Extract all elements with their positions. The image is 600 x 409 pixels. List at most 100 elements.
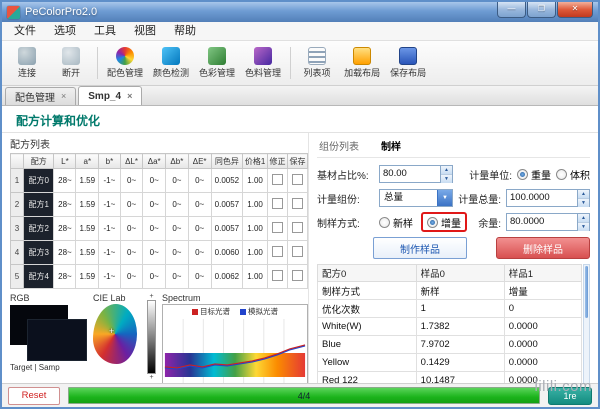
- save-checkbox[interactable]: [291, 222, 303, 233]
- menu-options[interactable]: 选项: [45, 23, 85, 40]
- col-header[interactable]: 样品1: [503, 264, 583, 282]
- col-header[interactable]: Δa*: [142, 153, 167, 169]
- tab-close-icon[interactable]: ×: [61, 92, 66, 101]
- col-header[interactable]: a*: [75, 153, 100, 169]
- formula-name[interactable]: 配方2: [23, 216, 55, 241]
- scrollbar-thumb[interactable]: [585, 266, 588, 319]
- lightness-slider[interactable]: + +: [146, 293, 157, 393]
- save-checkbox[interactable]: [291, 246, 303, 257]
- save-checkbox[interactable]: [291, 270, 303, 281]
- spin-down-icon[interactable]: ▼: [578, 198, 589, 207]
- sample-row[interactable]: White(W) 1.7382 0.0000: [317, 317, 583, 336]
- list-items-button[interactable]: 列表项: [295, 47, 339, 79]
- load-layout-button[interactable]: 加载布局: [339, 47, 385, 79]
- formula-name[interactable]: 配方3: [23, 240, 55, 265]
- col-header[interactable]: 配方0: [317, 264, 417, 282]
- col-header[interactable]: 价格1: [242, 153, 268, 169]
- base-ratio-value[interactable]: 80.00: [380, 166, 440, 182]
- col-header[interactable]: 样品0: [415, 264, 505, 282]
- sample-row[interactable]: Blue 7.9702 0.0000: [317, 335, 583, 354]
- spinner-buttons[interactable]: ▲ ▼: [577, 214, 589, 231]
- radio-new-sample[interactable]: 新样: [379, 215, 413, 230]
- formula-name[interactable]: 配方4: [23, 264, 55, 289]
- col-header[interactable]: 保存: [286, 153, 309, 169]
- color-matching-button[interactable]: 配色管理: [102, 47, 148, 79]
- minimize-button[interactable]: —: [497, 2, 526, 18]
- save-checkbox[interactable]: [291, 198, 303, 209]
- make-sample-button[interactable]: 制作样品: [373, 237, 467, 259]
- component-select[interactable]: 总量 ▼: [379, 189, 453, 207]
- radio-volume[interactable]: 体积: [556, 167, 590, 182]
- cie-chromaticity-diagram[interactable]: +: [93, 304, 137, 364]
- menu-help[interactable]: 帮助: [165, 23, 205, 40]
- col-header[interactable]: 修正: [267, 153, 288, 169]
- delete-sample-button[interactable]: 删除样品: [496, 237, 590, 259]
- cell-correct: [267, 216, 288, 241]
- colorant-manage-button[interactable]: 色料管理: [240, 47, 286, 79]
- radio-weight[interactable]: 重量: [517, 167, 551, 182]
- menu-file[interactable]: 文件: [5, 23, 45, 40]
- maximize-button[interactable]: ❐: [527, 2, 556, 18]
- spin-down-icon[interactable]: ▼: [578, 222, 589, 231]
- col-header[interactable]: ΔL*: [119, 153, 144, 169]
- formula-row[interactable]: 3 配方2 28~ 1.59 -1~ 0~ 0~ 0~ 0~ 0.0057 1.…: [9, 216, 309, 241]
- save-checkbox[interactable]: [291, 174, 303, 185]
- total-input[interactable]: 100.0000 ▲ ▼: [506, 189, 590, 207]
- col-header[interactable]: ΔE*: [187, 153, 212, 169]
- col-header[interactable]: L*: [53, 153, 77, 169]
- formula-row[interactable]: 1 配方0 28~ 1.59 -1~ 0~ 0~ 0~ 0~ 0.0052 1.…: [9, 168, 309, 193]
- formula-row[interactable]: 5 配方4 28~ 1.59 -1~ 0~ 0~ 0~ 0~ 0.0062 1.…: [9, 264, 309, 289]
- col-header[interactable]: 配方: [23, 153, 55, 169]
- titlebar[interactable]: PeColorPro2.0 — ❐ ✕: [2, 2, 598, 22]
- correct-checkbox[interactable]: [271, 198, 283, 209]
- tool-label: 连接: [17, 68, 36, 78]
- cell-value: 1: [415, 299, 505, 318]
- close-button[interactable]: ✕: [557, 2, 593, 18]
- col-header[interactable]: b*: [98, 153, 121, 169]
- sample-row[interactable]: Yellow 0.1429 0.0000: [317, 353, 583, 372]
- sample-row[interactable]: 制样方式 新样 增量: [317, 281, 583, 300]
- spinner-buttons[interactable]: ▲ ▼: [440, 166, 452, 183]
- formula-row[interactable]: 2 配方1 28~ 1.59 -1~ 0~ 0~ 0~ 0~ 0.0057 1.…: [9, 192, 309, 217]
- spin-up-icon[interactable]: ▲: [441, 166, 452, 174]
- correct-checkbox[interactable]: [271, 174, 283, 185]
- menu-tools[interactable]: 工具: [85, 23, 125, 40]
- spin-up-icon[interactable]: ▲: [578, 214, 589, 222]
- table-scrollbar[interactable]: [583, 264, 590, 389]
- spin-up-icon[interactable]: ▲: [578, 190, 589, 198]
- tab-close-icon[interactable]: ×: [127, 91, 132, 101]
- col-header[interactable]: Δb*: [165, 153, 189, 169]
- color-manage-button[interactable]: 色彩管理: [194, 47, 240, 79]
- formula-row[interactable]: 4 配方3 28~ 1.59 -1~ 0~ 0~ 0~ 0~ 0.0060 1.…: [9, 240, 309, 265]
- col-header[interactable]: 同色异: [210, 153, 244, 169]
- color-detect-button[interactable]: 颜色检测: [148, 47, 194, 79]
- disconnect-button[interactable]: 断开: [49, 47, 93, 79]
- tab-sampling[interactable]: 制样: [381, 138, 401, 153]
- radio-incremental[interactable]: 增量: [427, 215, 461, 230]
- base-ratio-input[interactable]: 80.00 ▲ ▼: [379, 165, 453, 183]
- sample-row[interactable]: 优化次数 1 0: [317, 299, 583, 318]
- lightness-gradient-bar[interactable]: [147, 300, 156, 374]
- spinner-buttons[interactable]: ▲ ▼: [577, 190, 589, 207]
- spectrum-chart: 目标光谱 模拟光谱: [162, 304, 308, 391]
- remain-input[interactable]: 80.0000 ▲ ▼: [506, 213, 590, 231]
- save-layout-button[interactable]: 保存布局: [385, 47, 431, 79]
- connect-icon: [18, 47, 36, 65]
- spin-down-icon[interactable]: ▼: [441, 174, 452, 183]
- remain-value[interactable]: 80.0000: [507, 214, 577, 230]
- reset-button[interactable]: Reset: [8, 386, 60, 405]
- tab-component-list[interactable]: 组份列表: [319, 138, 359, 153]
- formula-name[interactable]: 配方0: [23, 168, 55, 193]
- menu-view[interactable]: 视图: [125, 23, 165, 40]
- connect-button[interactable]: 连接: [5, 47, 49, 79]
- formula-name[interactable]: 配方1: [23, 192, 55, 217]
- corner-header: [9, 153, 25, 169]
- correct-checkbox[interactable]: [271, 246, 283, 257]
- tab-smp4[interactable]: Smp_4 ×: [78, 86, 143, 105]
- correct-checkbox[interactable]: [271, 222, 283, 233]
- tab-color-matching[interactable]: 配色管理 ×: [5, 87, 77, 105]
- correct-checkbox[interactable]: [271, 270, 283, 281]
- total-value[interactable]: 100.0000: [507, 190, 577, 206]
- toolbar-separator: [97, 47, 98, 79]
- dropdown-arrow-icon[interactable]: ▼: [437, 190, 452, 206]
